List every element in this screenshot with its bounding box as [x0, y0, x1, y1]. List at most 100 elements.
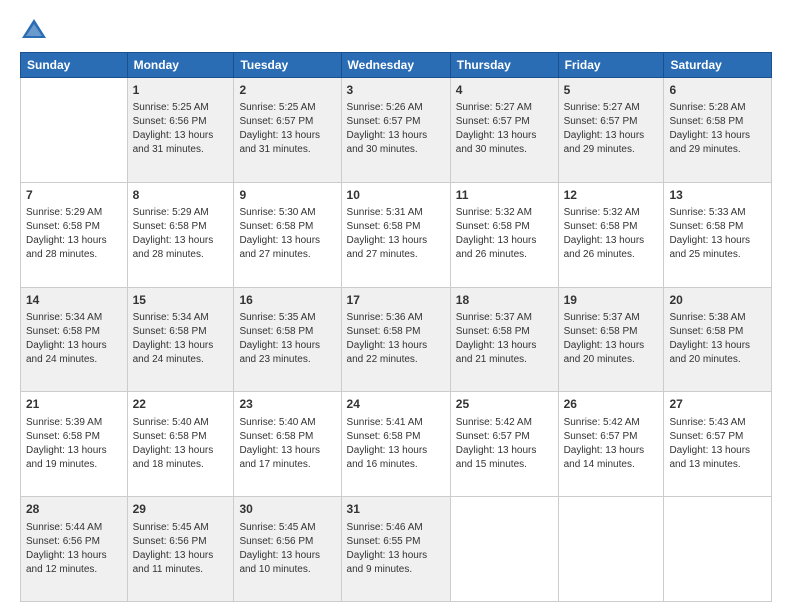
week-row-3: 14 Sunrise: 5:34 AMSunset: 6:58 PMDayligh…	[21, 287, 772, 392]
day-info: Sunrise: 5:39 AMSunset: 6:58 PMDaylight:…	[26, 416, 122, 472]
day-info: Sunrise: 5:30 AMSunset: 6:58 PMDaylight:…	[239, 206, 335, 262]
calendar-cell: 2 Sunrise: 5:25 AMSunset: 6:57 PMDaylight…	[234, 78, 341, 183]
weekday-thursday: Thursday	[450, 53, 558, 78]
calendar-body: 1Sunrise: 5:25 AMSunset: 6:56 PMDaylight…	[21, 78, 772, 602]
day-info: Sunrise: 5:29 AMSunset: 6:58 PMDaylight:…	[26, 206, 122, 262]
day-number: 18	[456, 292, 553, 309]
calendar-cell: 21 Sunrise: 5:39 AMSunset: 6:58 PMDayligh…	[21, 392, 128, 497]
day-number: 14	[26, 292, 122, 309]
day-info: Sunrise: 5:40 AMSunset: 6:58 PMDaylight:…	[239, 416, 335, 472]
calendar-cell: 8 Sunrise: 5:29 AMSunset: 6:58 PMDaylight…	[127, 182, 234, 287]
day-number: 19	[564, 292, 659, 309]
day-info: Sunrise: 5:25 AMSunset: 6:57 PMDaylight:…	[239, 101, 335, 157]
calendar-cell: 1Sunrise: 5:25 AMSunset: 6:56 PMDaylight…	[127, 78, 234, 183]
day-number: 26	[564, 396, 659, 413]
calendar-cell: 7 Sunrise: 5:29 AMSunset: 6:58 PMDaylight…	[21, 182, 128, 287]
calendar-cell	[450, 497, 558, 602]
day-number: 6	[669, 82, 766, 99]
calendar-cell: 18 Sunrise: 5:37 AMSunset: 6:58 PMDayligh…	[450, 287, 558, 392]
day-info: Sunrise: 5:46 AMSunset: 6:55 PMDaylight:…	[347, 521, 445, 577]
day-number: 30	[239, 501, 335, 518]
calendar-cell: 14 Sunrise: 5:34 AMSunset: 6:58 PMDayligh…	[21, 287, 128, 392]
calendar-header: SundayMondayTuesdayWednesdayThursdayFrid…	[21, 53, 772, 78]
day-number: 3	[347, 82, 445, 99]
day-number: 11	[456, 187, 553, 204]
day-number: 25	[456, 396, 553, 413]
page: SundayMondayTuesdayWednesdayThursdayFrid…	[0, 0, 792, 612]
calendar-cell: 22Sunrise: 5:40 AMSunset: 6:58 PMDayligh…	[127, 392, 234, 497]
day-info: Sunrise: 5:45 AMSunset: 6:56 PMDaylight:…	[239, 521, 335, 577]
day-number: 28	[26, 501, 122, 518]
day-info: Sunrise: 5:32 AMSunset: 6:58 PMDaylight:…	[564, 206, 659, 262]
day-number: 27	[669, 396, 766, 413]
day-info: Sunrise: 5:31 AMSunset: 6:58 PMDaylight:…	[347, 206, 445, 262]
calendar-cell: 13 Sunrise: 5:33 AMSunset: 6:58 PMDayligh…	[664, 182, 772, 287]
calendar-cell: 30 Sunrise: 5:45 AMSunset: 6:56 PMDayligh…	[234, 497, 341, 602]
calendar-cell: 4 Sunrise: 5:27 AMSunset: 6:57 PMDaylight…	[450, 78, 558, 183]
calendar-cell: 24 Sunrise: 5:41 AMSunset: 6:58 PMDayligh…	[341, 392, 450, 497]
day-info: Sunrise: 5:34 AMSunset: 6:58 PMDaylight:…	[133, 311, 229, 367]
day-info: Sunrise: 5:29 AMSunset: 6:58 PMDaylight:…	[133, 206, 229, 262]
week-row-2: 7 Sunrise: 5:29 AMSunset: 6:58 PMDaylight…	[21, 182, 772, 287]
day-info: Sunrise: 5:37 AMSunset: 6:58 PMDaylight:…	[456, 311, 553, 367]
day-number: 5	[564, 82, 659, 99]
day-number: 22	[133, 396, 229, 413]
week-row-4: 21 Sunrise: 5:39 AMSunset: 6:58 PMDayligh…	[21, 392, 772, 497]
calendar-cell: 31 Sunrise: 5:46 AMSunset: 6:55 PMDayligh…	[341, 497, 450, 602]
weekday-monday: Monday	[127, 53, 234, 78]
calendar-cell: 23 Sunrise: 5:40 AMSunset: 6:58 PMDayligh…	[234, 392, 341, 497]
day-number: 31	[347, 501, 445, 518]
day-number: 7	[26, 187, 122, 204]
day-number: 13	[669, 187, 766, 204]
calendar-cell: 5 Sunrise: 5:27 AMSunset: 6:57 PMDaylight…	[558, 78, 664, 183]
calendar-cell	[558, 497, 664, 602]
day-number: 2	[239, 82, 335, 99]
week-row-1: 1Sunrise: 5:25 AMSunset: 6:56 PMDaylight…	[21, 78, 772, 183]
calendar-cell: 26 Sunrise: 5:42 AMSunset: 6:57 PMDayligh…	[558, 392, 664, 497]
header	[20, 16, 772, 44]
weekday-saturday: Saturday	[664, 53, 772, 78]
calendar-cell: 28 Sunrise: 5:44 AMSunset: 6:56 PMDayligh…	[21, 497, 128, 602]
day-info: Sunrise: 5:37 AMSunset: 6:58 PMDaylight:…	[564, 311, 659, 367]
calendar-table: SundayMondayTuesdayWednesdayThursdayFrid…	[20, 52, 772, 602]
calendar-cell: 9Sunrise: 5:30 AMSunset: 6:58 PMDaylight…	[234, 182, 341, 287]
calendar-cell: 6Sunrise: 5:28 AMSunset: 6:58 PMDaylight…	[664, 78, 772, 183]
calendar-cell: 17Sunrise: 5:36 AMSunset: 6:58 PMDayligh…	[341, 287, 450, 392]
calendar-cell: 16 Sunrise: 5:35 AMSunset: 6:58 PMDayligh…	[234, 287, 341, 392]
day-info: Sunrise: 5:26 AMSunset: 6:57 PMDaylight:…	[347, 101, 445, 157]
calendar-cell: 25 Sunrise: 5:42 AMSunset: 6:57 PMDayligh…	[450, 392, 558, 497]
weekday-header-row: SundayMondayTuesdayWednesdayThursdayFrid…	[21, 53, 772, 78]
weekday-wednesday: Wednesday	[341, 53, 450, 78]
day-number: 16	[239, 292, 335, 309]
day-info: Sunrise: 5:41 AMSunset: 6:58 PMDaylight:…	[347, 416, 445, 472]
weekday-tuesday: Tuesday	[234, 53, 341, 78]
day-number: 15	[133, 292, 229, 309]
day-info: Sunrise: 5:42 AMSunset: 6:57 PMDaylight:…	[456, 416, 553, 472]
day-info: Sunrise: 5:34 AMSunset: 6:58 PMDaylight:…	[26, 311, 122, 367]
logo-icon	[20, 16, 48, 44]
day-info: Sunrise: 5:32 AMSunset: 6:58 PMDaylight:…	[456, 206, 553, 262]
calendar-cell: 27 Sunrise: 5:43 AMSunset: 6:57 PMDayligh…	[664, 392, 772, 497]
calendar-cell: 19 Sunrise: 5:37 AMSunset: 6:58 PMDayligh…	[558, 287, 664, 392]
day-number: 8	[133, 187, 229, 204]
day-info: Sunrise: 5:44 AMSunset: 6:56 PMDaylight:…	[26, 521, 122, 577]
weekday-sunday: Sunday	[21, 53, 128, 78]
day-info: Sunrise: 5:35 AMSunset: 6:58 PMDaylight:…	[239, 311, 335, 367]
day-info: Sunrise: 5:27 AMSunset: 6:57 PMDaylight:…	[456, 101, 553, 157]
calendar-cell: 20Sunrise: 5:38 AMSunset: 6:58 PMDayligh…	[664, 287, 772, 392]
day-info: Sunrise: 5:27 AMSunset: 6:57 PMDaylight:…	[564, 101, 659, 157]
day-info: Sunrise: 5:33 AMSunset: 6:58 PMDaylight:…	[669, 206, 766, 262]
day-number: 17	[347, 292, 445, 309]
day-number: 23	[239, 396, 335, 413]
day-info: Sunrise: 5:42 AMSunset: 6:57 PMDaylight:…	[564, 416, 659, 472]
day-number: 12	[564, 187, 659, 204]
weekday-friday: Friday	[558, 53, 664, 78]
day-info: Sunrise: 5:43 AMSunset: 6:57 PMDaylight:…	[669, 416, 766, 472]
day-number: 24	[347, 396, 445, 413]
calendar-cell: 3 Sunrise: 5:26 AMSunset: 6:57 PMDaylight…	[341, 78, 450, 183]
day-number: 21	[26, 396, 122, 413]
calendar-cell: 11 Sunrise: 5:32 AMSunset: 6:58 PMDayligh…	[450, 182, 558, 287]
day-number: 29	[133, 501, 229, 518]
day-number: 4	[456, 82, 553, 99]
day-info: Sunrise: 5:45 AMSunset: 6:56 PMDaylight:…	[133, 521, 229, 577]
